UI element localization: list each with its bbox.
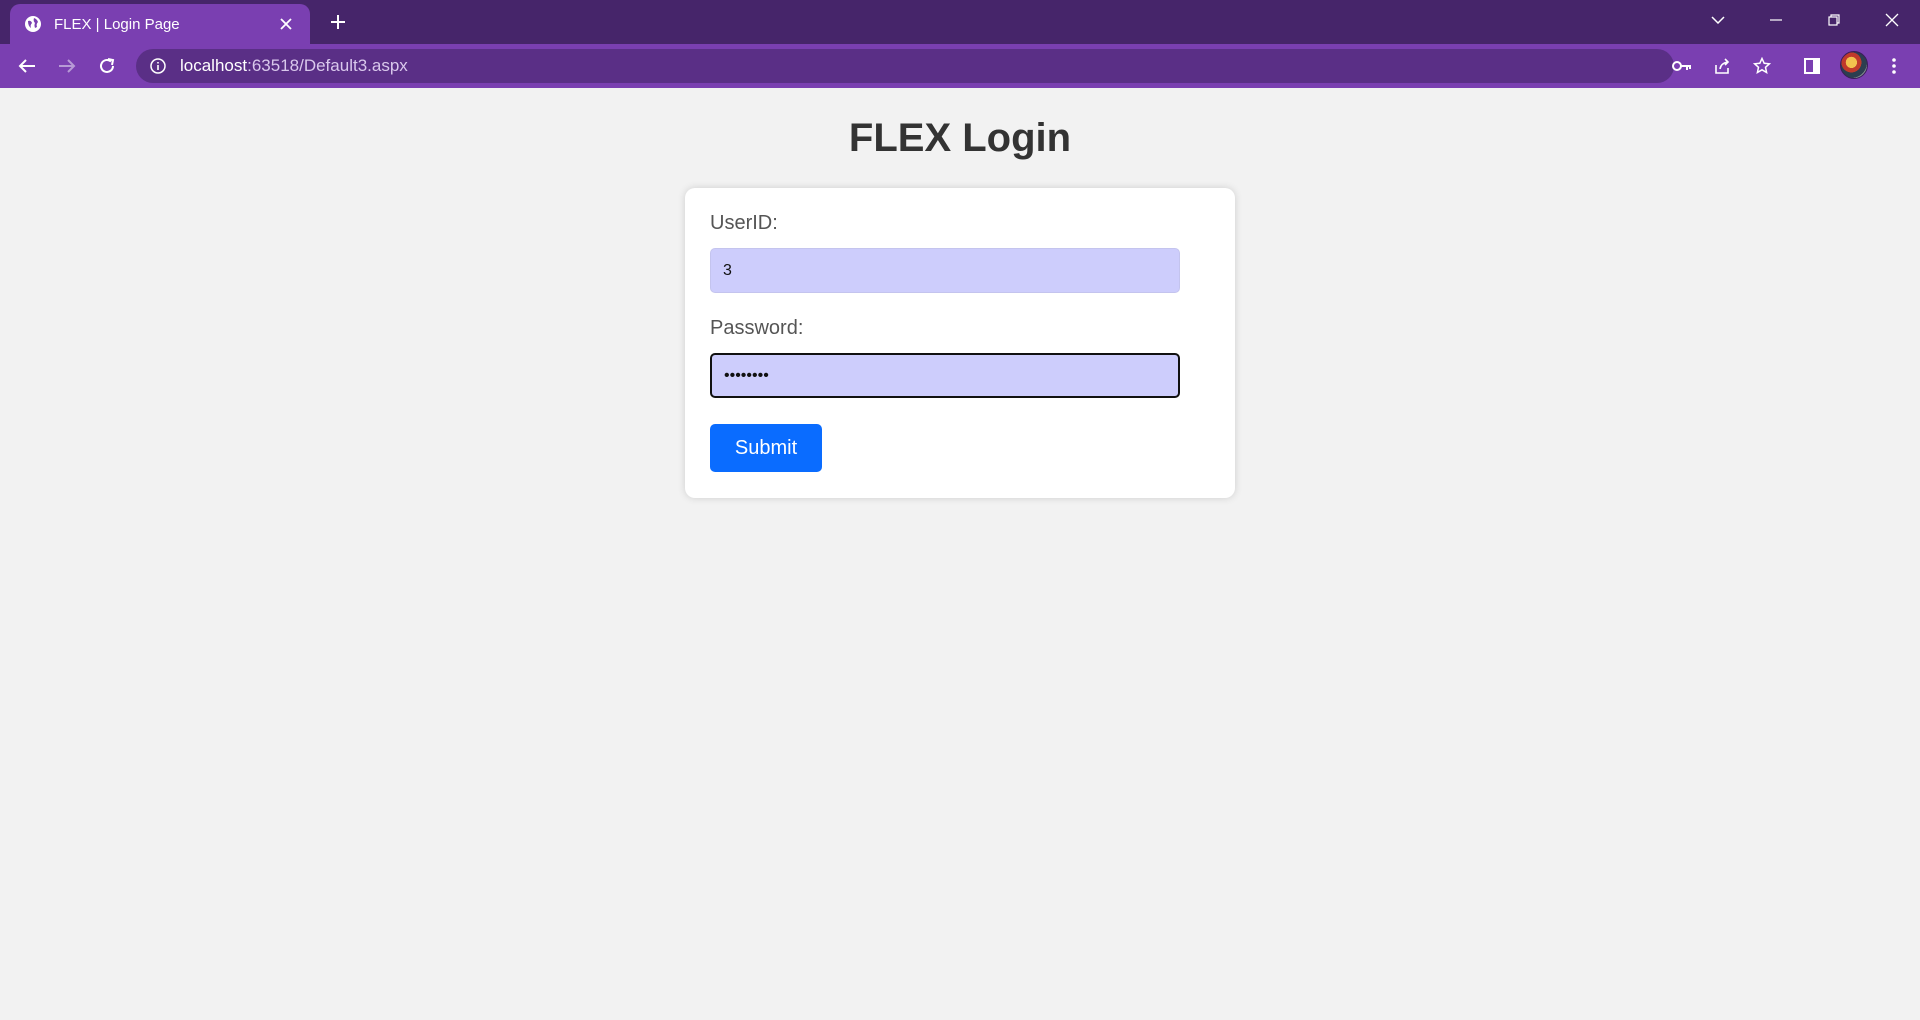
page-title: FLEX Login bbox=[848, 116, 1072, 160]
submit-button[interactable]: Submit bbox=[710, 424, 822, 472]
browser-tabstrip: FLEX | Login Page bbox=[0, 0, 1920, 44]
tab-search-icon[interactable] bbox=[1690, 0, 1746, 40]
share-icon[interactable] bbox=[1706, 50, 1738, 82]
login-card: UserID: Password: Submit bbox=[685, 188, 1235, 498]
key-icon[interactable] bbox=[1666, 50, 1698, 82]
browser-tab[interactable]: FLEX | Login Page bbox=[10, 4, 310, 44]
password-label: Password: bbox=[710, 317, 804, 339]
new-tab-button[interactable] bbox=[324, 8, 352, 36]
menu-kebab-icon[interactable] bbox=[1878, 50, 1910, 82]
forward-icon[interactable] bbox=[51, 50, 83, 82]
address-bar[interactable]: localhost:63518/Default3.aspx bbox=[136, 49, 1674, 83]
minimize-icon[interactable] bbox=[1748, 0, 1804, 40]
password-input[interactable] bbox=[710, 353, 1180, 398]
close-tab-icon[interactable] bbox=[276, 14, 296, 34]
close-window-icon[interactable] bbox=[1864, 0, 1920, 40]
restore-icon[interactable] bbox=[1806, 0, 1862, 40]
site-info-icon[interactable] bbox=[150, 57, 168, 75]
url-path: :63518/Default3.aspx bbox=[247, 56, 408, 75]
back-icon[interactable] bbox=[11, 50, 43, 82]
profile-avatar[interactable] bbox=[1840, 51, 1868, 79]
globe-icon bbox=[24, 15, 42, 33]
reload-icon[interactable] bbox=[91, 50, 123, 82]
side-panel-icon[interactable] bbox=[1796, 50, 1828, 82]
url-host: localhost bbox=[180, 56, 248, 75]
userid-input[interactable] bbox=[710, 248, 1180, 293]
browser-toolbar: localhost:63518/Default3.aspx bbox=[0, 44, 1920, 88]
bookmark-star-icon[interactable] bbox=[1746, 50, 1778, 82]
tab-title: FLEX | Login Page bbox=[54, 15, 180, 33]
page-content: FLEX Login UserID: Password: Submit bbox=[0, 88, 1920, 1020]
userid-label: UserID: bbox=[710, 212, 778, 234]
